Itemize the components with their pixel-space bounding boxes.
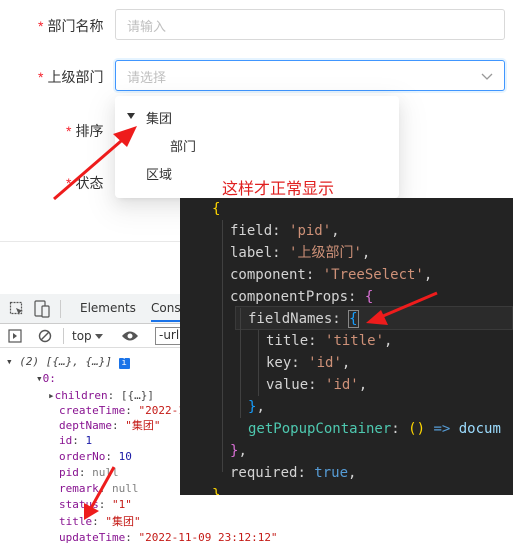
annotation-arrows bbox=[53, 126, 438, 520]
arrow-to-fieldnames bbox=[366, 291, 438, 325]
arrow-to-title-field bbox=[84, 466, 116, 520]
arrow-to-tree-node bbox=[53, 126, 137, 201]
